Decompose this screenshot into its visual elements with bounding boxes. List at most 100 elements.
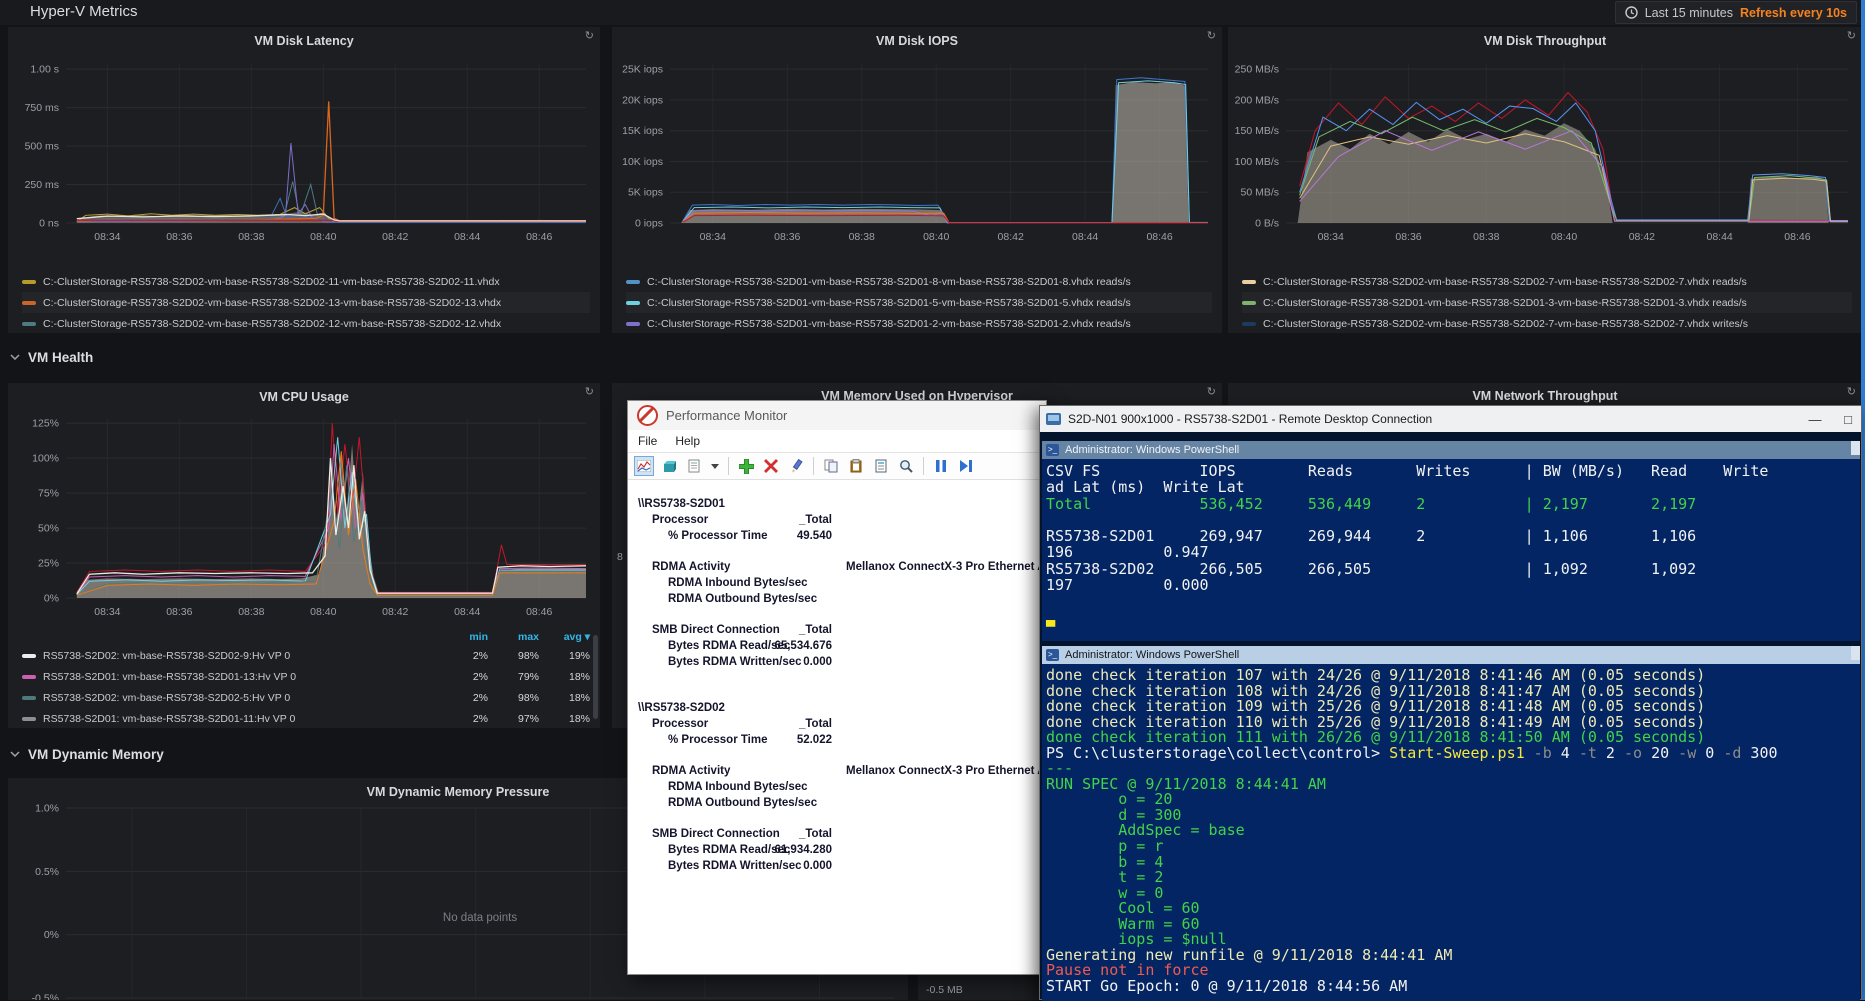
svg-text:08:36: 08:36: [1395, 231, 1421, 243]
console-line: CSV FS IOPS Reads Writes | BW (MB/s) Rea…: [1046, 463, 1860, 479]
svg-text:08:40: 08:40: [923, 231, 949, 243]
legend-item[interactable]: C:-ClusterStorage-RS5738-S2D01-vm-base-R…: [1242, 292, 1852, 313]
section-header-vm-health[interactable]: VM Health: [10, 344, 93, 370]
svg-text:0 B/s: 0 B/s: [1255, 218, 1279, 230]
svg-text:50 MB/s: 50 MB/s: [1240, 187, 1279, 199]
freeze-display-button[interactable]: [931, 456, 951, 476]
legend-color-dash: [22, 280, 36, 284]
svg-text:-0.5%: -0.5%: [32, 993, 59, 1001]
legend-item[interactable]: C:-ClusterStorage-RS5738-S2D01-vm-base-R…: [626, 271, 1212, 292]
powershell2-title-bar[interactable]: >_ Administrator: Windows PowerShell: [1042, 646, 1860, 664]
svg-text:0%: 0%: [44, 593, 59, 605]
zoom-button[interactable]: [896, 456, 916, 476]
svg-text:20K iops: 20K iops: [622, 94, 663, 106]
perfmon-row: % Processor Time49.540: [638, 530, 1046, 546]
svg-text:08:38: 08:38: [849, 231, 875, 243]
disk-throughput-legend: C:-ClusterStorage-RS5738-S2D02-vm-base-R…: [1242, 271, 1852, 333]
legend-item[interactable]: RS5738-S2D01: vm-base-RS5738-S2D01-13:Hv…: [22, 666, 590, 687]
powershell2-console[interactable]: done check iteration 107 with 24/26 @ 9/…: [1042, 664, 1860, 1001]
svg-text:08:40: 08:40: [1551, 231, 1577, 243]
rdp-title-bar[interactable]: S2D-N01 900x1000 - RS5738-S2D01 - Remote…: [1040, 406, 1861, 432]
min-value: 2%: [444, 671, 488, 683]
powershell1-title-bar[interactable]: >_ Administrator: Windows PowerShell: [1042, 441, 1860, 459]
powershell1-title: Administrator: Windows PowerShell: [1065, 444, 1239, 456]
perfmon-title-bar[interactable]: Performance Monitor: [628, 401, 1046, 430]
update-data-button[interactable]: [956, 456, 976, 476]
legend-item[interactable]: C:-ClusterStorage-RS5738-S2D01-vm-base-R…: [626, 292, 1212, 313]
console-line: ▃: [1046, 610, 1860, 626]
legend-label: C:-ClusterStorage-RS5738-S2D01-vm-base-R…: [647, 318, 1131, 330]
svg-text:08:42: 08:42: [1629, 231, 1655, 243]
legend-label: C:-ClusterStorage-RS5738-S2D02-vm-base-R…: [1263, 276, 1747, 288]
panel-refresh-icon[interactable]: ↻: [1207, 387, 1216, 398]
legend-item[interactable]: C:-ClusterStorage-RS5738-S2D02-vm-base-R…: [1242, 271, 1852, 292]
minimize-button[interactable]: —: [1802, 408, 1828, 430]
legend-color-dash: [626, 280, 640, 284]
chevron-down-icon: [10, 354, 20, 360]
legend-color-dash: [22, 696, 36, 700]
legend-table-header: minmax avg ▾: [22, 629, 590, 645]
legend-item[interactable]: RS5738-S2D02: vm-base-RS5738-S2D02-9:Hv …: [22, 645, 590, 666]
panel-refresh-icon[interactable]: ↻: [1847, 387, 1856, 398]
histogram-view-button[interactable]: [659, 456, 679, 476]
svg-text:15K iops: 15K iops: [622, 125, 663, 137]
legend-item[interactable]: C:-ClusterStorage-RS5738-S2D02-vm-base-R…: [1242, 313, 1852, 333]
delete-counter-button[interactable]: [761, 456, 781, 476]
time-range-picker[interactable]: Last 15 minutes Refresh every 10s: [1615, 1, 1857, 24]
scrollbar[interactable]: [1851, 441, 1860, 455]
sort-column-max[interactable]: max: [495, 631, 539, 643]
line-chart-view-button[interactable]: [634, 456, 654, 476]
console-line: t = 2: [1046, 870, 1860, 886]
max-value: 98%: [495, 650, 539, 662]
add-counter-button[interactable]: [736, 456, 756, 476]
legend-item[interactable]: C:-ClusterStorage-RS5738-S2D02-vm-base-R…: [22, 292, 590, 313]
refresh-interval-label[interactable]: Refresh every 10s: [1740, 6, 1847, 20]
legend-color-dash: [1242, 280, 1256, 284]
chevron-down-icon: [10, 751, 20, 757]
copy-properties-button[interactable]: [821, 456, 841, 476]
legend-item[interactable]: RS5738-S2D02: vm-base-RS5738-S2D02-5:Hv …: [22, 687, 590, 708]
sort-column-avg[interactable]: avg ▾: [546, 631, 590, 643]
maximize-button[interactable]: □: [1835, 408, 1861, 430]
max-value: 97%: [495, 713, 539, 725]
legend-item[interactable]: C:-ClusterStorage-RS5738-S2D02-vm-base-R…: [22, 271, 590, 292]
powershell1-console[interactable]: CSV FS IOPS Reads Writes | BW (MB/s) Rea…: [1042, 459, 1860, 641]
report-view-button[interactable]: [684, 456, 704, 476]
legend-item[interactable]: RS5738-S2D01: vm-base-RS5738-S2D01-11:Hv…: [22, 708, 590, 728]
panel-title[interactable]: VM Network Throughput: [1228, 389, 1862, 403]
perfmon-row: Bytes RDMA Read/sec61,934.280: [638, 844, 1046, 860]
section-header-vm-dynamic-memory[interactable]: VM Dynamic Memory: [10, 741, 164, 767]
svg-text:100 MB/s: 100 MB/s: [1235, 156, 1279, 168]
menu-help[interactable]: Help: [675, 434, 700, 448]
svg-text:08:42: 08:42: [382, 231, 408, 243]
svg-text:5K iops: 5K iops: [628, 187, 663, 199]
view-dropdown-caret[interactable]: [709, 456, 721, 476]
performance-monitor-window: Performance Monitor File Help \\RS5738-S…: [627, 400, 1047, 975]
perfmon-row: RDMA Inbound Bytes/sec: [638, 781, 1046, 797]
svg-text:08:44: 08:44: [454, 231, 480, 243]
svg-text:750 ms: 750 ms: [25, 102, 59, 114]
scrollbar[interactable]: [1851, 646, 1860, 660]
paste-counter-list-button[interactable]: [846, 456, 866, 476]
no-data-text: No data points: [443, 912, 517, 924]
highlight-pencil-button[interactable]: [786, 456, 806, 476]
sort-column-min[interactable]: min: [444, 631, 488, 643]
legend-item[interactable]: C:-ClusterStorage-RS5738-S2D01-vm-base-R…: [626, 313, 1212, 333]
menu-file[interactable]: File: [638, 434, 657, 448]
svg-text:08:40: 08:40: [310, 606, 336, 618]
perfmon-row: RDMA Inbound Bytes/sec: [638, 577, 1046, 593]
legend-item[interactable]: C:-ClusterStorage-RS5738-S2D02-vm-base-R…: [22, 313, 590, 333]
legend-label: RS5738-S2D02: vm-base-RS5738-S2D02-9:Hv …: [43, 650, 437, 662]
svg-text:08:36: 08:36: [774, 231, 800, 243]
svg-text:125%: 125%: [32, 418, 59, 430]
properties-button[interactable]: [871, 456, 891, 476]
perfmon-row: Processor_Total: [638, 514, 1046, 530]
dashboard-title[interactable]: Hyper-V Metrics: [30, 3, 138, 20]
svg-text:08:34: 08:34: [1318, 231, 1344, 243]
console-line: ad Lat (ms) Write Lat: [1046, 479, 1860, 495]
svg-text:08:44: 08:44: [1072, 231, 1098, 243]
legend-scrollbar[interactable]: [593, 635, 598, 719]
legend-label: RS5738-S2D01: vm-base-RS5738-S2D01-13:Hv…: [43, 671, 437, 683]
clock-icon: [1625, 6, 1638, 19]
svg-text:08:34: 08:34: [94, 606, 120, 618]
